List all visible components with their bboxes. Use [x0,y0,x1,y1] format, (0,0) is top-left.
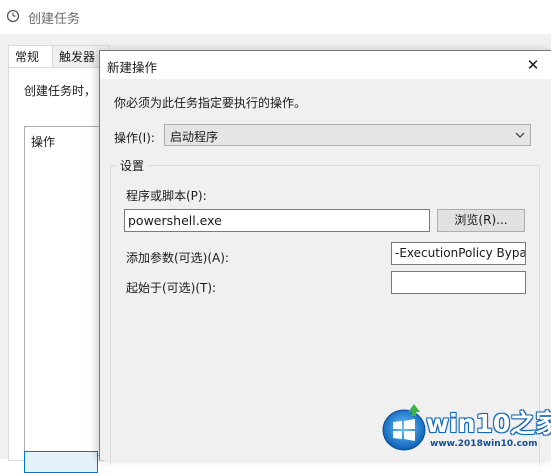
action-select-value: 启动程序 [170,130,219,144]
actions-list[interactable]: 操作 [24,126,101,456]
dialog-instruction: 你必须为此任务指定要执行的操作。 [114,96,307,110]
start-in-label: 起始于(可选)(T): [126,281,217,295]
task-clock-icon [6,9,20,23]
new-action-button[interactable] [24,451,98,473]
settings-group-label: 设置 [120,159,145,173]
background-window-title: 创建任务 [28,12,81,27]
dialog-title: 新建操作 [107,60,158,75]
action-select[interactable]: 启动程序 [164,124,531,146]
arguments-label: 添加参数(可选)(A): [126,251,229,265]
program-input[interactable]: powershell.exe [124,209,430,232]
close-icon[interactable]: ✕ [520,53,546,77]
tab-general[interactable]: 常规 [8,45,56,68]
program-label: 程序或脚本(P): [126,189,207,203]
action-label: 操作(I): [114,131,155,145]
browse-button[interactable]: 浏览(R)... [437,209,525,232]
actions-list-header: 操作 [31,135,56,149]
start-in-input[interactable] [391,271,526,294]
chevron-down-icon [515,132,525,138]
arguments-input[interactable]: -ExecutionPolicy Bypass [391,242,526,265]
background-window-titlebar: 创建任务 [0,0,551,34]
dialog-titlebar: 新建操作 ✕ [100,51,551,79]
new-action-dialog: 新建操作 ✕ 你必须为此任务指定要执行的操作。 操作(I): 启动程序 设置 程… [99,50,551,465]
watermark: win10之家 www.2018win10.com [380,400,551,459]
watermark-url: www.2018win10.com [430,439,538,449]
background-hint-text: 创建任务时， [24,84,97,98]
win10-logo-icon [382,404,426,451]
watermark-brand: win10之家 [426,409,551,438]
